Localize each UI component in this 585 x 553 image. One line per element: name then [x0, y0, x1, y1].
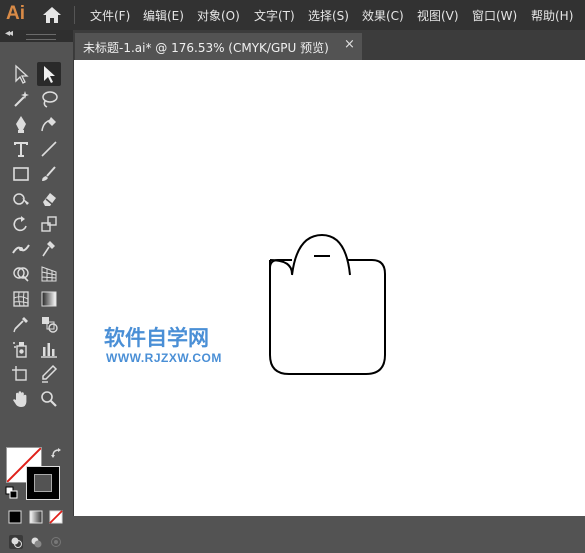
line-segment-tool-icon[interactable] [37, 137, 61, 161]
shopping-bag-icon[interactable] [74, 60, 585, 516]
menu-view[interactable]: 视图(V) [417, 7, 459, 24]
puppet-warp-tool-icon[interactable] [37, 237, 61, 261]
menu-edit[interactable]: 编辑(E) [143, 7, 184, 24]
mesh-tool-icon[interactable] [9, 287, 33, 311]
toolbox [0, 42, 74, 549]
menu-divider [74, 6, 75, 24]
menu-effect[interactable]: 效果(C) [362, 7, 404, 24]
collapse-icon[interactable]: ◂◂ [5, 28, 13, 39]
rotate-tool-icon[interactable] [9, 212, 33, 236]
stroke-swatch-inner [34, 474, 52, 492]
watermark-title: 软件自学网 [104, 326, 209, 350]
perspective-grid-tool-icon[interactable] [37, 262, 61, 286]
document-tab[interactable]: 未标题-1.ai* @ 176.53% (CMYK/GPU 预览) × [75, 33, 362, 60]
direct-selection-tool-icon[interactable] [37, 62, 61, 86]
slice-tool-icon[interactable] [37, 362, 61, 386]
shape-builder-tool-icon[interactable] [9, 262, 33, 286]
pen-tool-icon[interactable] [9, 112, 33, 136]
panel-grip[interactable] [26, 34, 56, 40]
app-logo: Ai [6, 3, 25, 24]
home-icon[interactable] [42, 6, 62, 24]
selection-tool-icon[interactable] [9, 62, 33, 86]
eyedropper-tool-icon[interactable] [9, 312, 33, 336]
magic-wand-tool-icon[interactable] [9, 87, 33, 111]
hand-tool-icon[interactable] [9, 387, 33, 411]
default-fill-stroke-icon[interactable] [5, 485, 19, 499]
draw-behind-icon[interactable] [29, 534, 43, 548]
artboard-tool-icon[interactable] [9, 362, 33, 386]
curvature-tool-icon[interactable] [37, 112, 61, 136]
toolbox-header: ◂◂ [0, 28, 73, 42]
menu-window[interactable]: 窗口(W) [472, 7, 517, 24]
width-tool-icon[interactable] [9, 237, 33, 261]
draw-normal-icon[interactable] [9, 534, 23, 549]
menu-select[interactable]: 选择(S) [308, 7, 349, 24]
none-mode-icon[interactable] [49, 509, 63, 524]
color-mode-icon[interactable] [8, 509, 22, 524]
menu-file[interactable]: 文件(F) [90, 7, 130, 24]
blend-tool-icon[interactable] [37, 312, 61, 336]
draw-inside-icon[interactable] [49, 534, 63, 548]
lasso-tool-icon[interactable] [37, 87, 61, 111]
gradient-tool-icon[interactable] [37, 287, 61, 311]
type-tool-icon[interactable] [9, 137, 33, 161]
artboard-canvas[interactable]: 软件自学网 WWW.RJZXW.COM [74, 60, 585, 516]
column-graph-tool-icon[interactable] [37, 337, 61, 361]
swap-fill-stroke-icon[interactable] [50, 446, 64, 460]
menu-type[interactable]: 文字(T) [254, 7, 295, 24]
zoom-tool-icon[interactable] [37, 387, 61, 411]
paintbrush-tool-icon[interactable] [37, 162, 61, 186]
close-icon[interactable]: × [344, 37, 355, 52]
menu-help[interactable]: 帮助(H) [531, 7, 573, 24]
document-tab-title: 未标题-1.ai* @ 176.53% (CMYK/GPU 预览) [83, 41, 329, 55]
symbol-sprayer-tool-icon[interactable] [9, 337, 33, 361]
rectangle-tool-icon[interactable] [9, 162, 33, 186]
menu-object[interactable]: 对象(O) [197, 7, 240, 24]
eraser-tool-icon[interactable] [37, 187, 61, 211]
gradient-mode-icon[interactable] [29, 509, 43, 524]
stroke-swatch[interactable] [26, 466, 60, 500]
menu-bar: Ai 文件(F) 编辑(E) 对象(O) 文字(T) 选择(S) 效果(C) 视… [0, 0, 585, 30]
watermark-url: WWW.RJZXW.COM [106, 351, 222, 365]
shaper-tool-icon[interactable] [9, 187, 33, 211]
scale-tool-icon[interactable] [37, 212, 61, 236]
